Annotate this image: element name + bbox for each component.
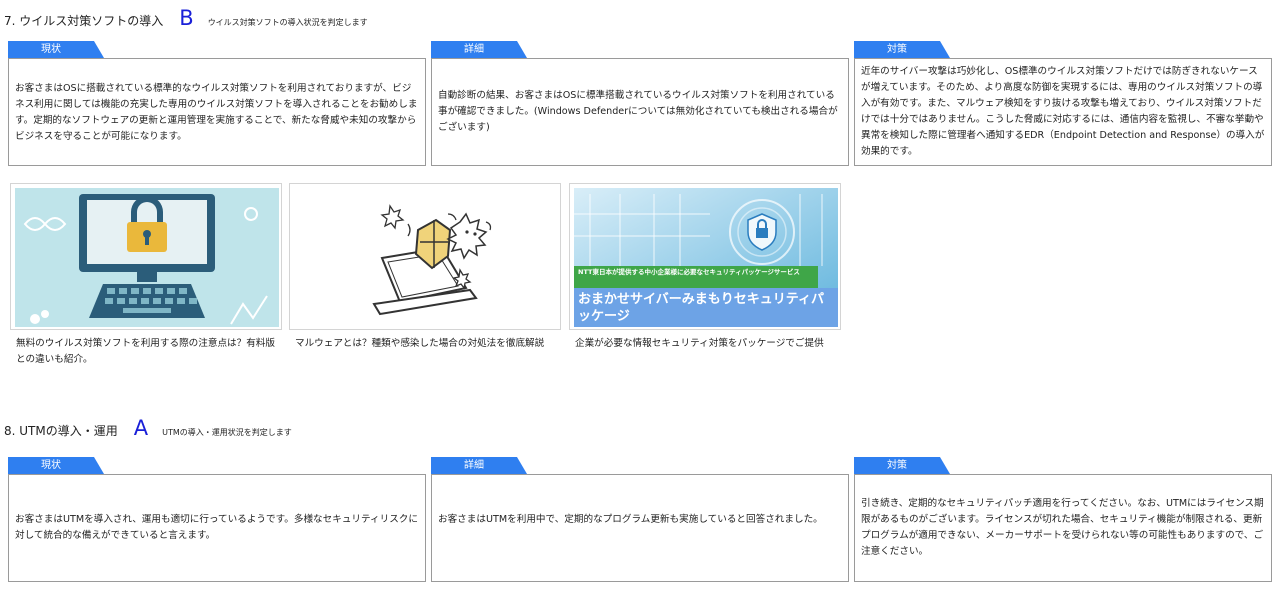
section-7-header: 7. ウイルス対策ソフトの導入 B ウイルス対策ソフトの導入状況を判定します <box>4 6 368 30</box>
tab-detail: 詳細 <box>431 457 527 474</box>
section-7-title: 7. ウイルス対策ソフトの導入 <box>4 14 164 28</box>
card-text: 引き続き、定期的なセキュリティパッチ適用を行ってください。なお、UTMにはライセ… <box>861 498 1264 557</box>
card-text: お客さまはUTMを導入され、運用も適切に行っているようです。多様なセキュリティリ… <box>15 514 418 541</box>
card-body: 自動診断の結果、お客さまはOSに標準搭載されているウイルス対策ソフトを利用されて… <box>431 58 849 166</box>
section-8-description: UTMの導入・運用状況を判定します <box>162 428 292 437</box>
card-body: お客さまはOSに搭載されている標準的なウイルス対策ソフトを利用されておりますが、… <box>8 58 426 166</box>
section-7-description: ウイルス対策ソフトの導入状況を判定します <box>207 18 368 27</box>
article-thumb-malware[interactable] <box>289 183 561 330</box>
card-text: 近年のサイバー攻撃は巧妙化し、OS標準のウイルス対策ソフトだけでは防ぎきれないケ… <box>861 66 1265 157</box>
banner-subtitle: NTT東日本が提供する中小企業様に必要なセキュリティパッケージサービス <box>574 266 818 288</box>
section-8-header: 8. UTMの導入・運用 A UTMの導入・運用状況を判定します <box>4 416 292 440</box>
article-thumb-security-package[interactable]: NTT東日本が提供する中小企業様に必要なセキュリティパッケージサービス おまかせ… <box>569 183 841 330</box>
banner-title: おまかせサイバーみまもりセキュリティパッケージ <box>574 288 838 327</box>
monitor-lock-illustration <box>15 188 279 327</box>
card-body: お客さまはUTMを利用中で、定期的なプログラム更新も実施していると回答されました… <box>431 474 849 582</box>
section-7-grade: B <box>179 6 194 30</box>
tab-measure: 対策 <box>854 457 950 474</box>
card-text: お客さまはOSに搭載されている標準的なウイルス対策ソフトを利用されておりますが、… <box>15 83 418 142</box>
article-caption-antivirus[interactable]: 無料のウイルス対策ソフトを利用する際の注意点は？有料版との違いも紹介。 <box>16 336 284 368</box>
tab-detail: 詳細 <box>431 41 527 58</box>
malware-laptop-illustration <box>372 204 492 316</box>
section-8-grade: A <box>133 416 149 440</box>
tab-measure: 対策 <box>854 41 950 58</box>
article-thumb-antivirus[interactable] <box>10 183 282 330</box>
card-body: 近年のサイバー攻撃は巧妙化し、OS標準のウイルス対策ソフトだけでは防ぎきれないケ… <box>854 58 1272 166</box>
section-8-title: 8. UTMの導入・運用 <box>4 424 118 438</box>
card-text: 自動診断の結果、お客さまはOSに標準搭載されているウイルス対策ソフトを利用されて… <box>438 90 838 133</box>
card-body: お客さまはUTMを導入され、運用も適切に行っているようです。多様なセキュリティリ… <box>8 474 426 582</box>
article-caption-security-package[interactable]: 企業が必要な情報セキュリティ対策をパッケージでご提供 <box>575 336 843 352</box>
card-text: お客さまはUTMを利用中で、定期的なプログラム更新も実施していると回答されました… <box>438 514 823 525</box>
card-body: 引き続き、定期的なセキュリティパッチ適用を行ってください。なお、UTMにはライセ… <box>854 474 1272 582</box>
article-caption-malware[interactable]: マルウェアとは？種類や感染した場合の対処法を徹底解説 <box>295 336 563 352</box>
tab-current: 現状 <box>8 41 104 58</box>
tab-current: 現状 <box>8 457 104 474</box>
